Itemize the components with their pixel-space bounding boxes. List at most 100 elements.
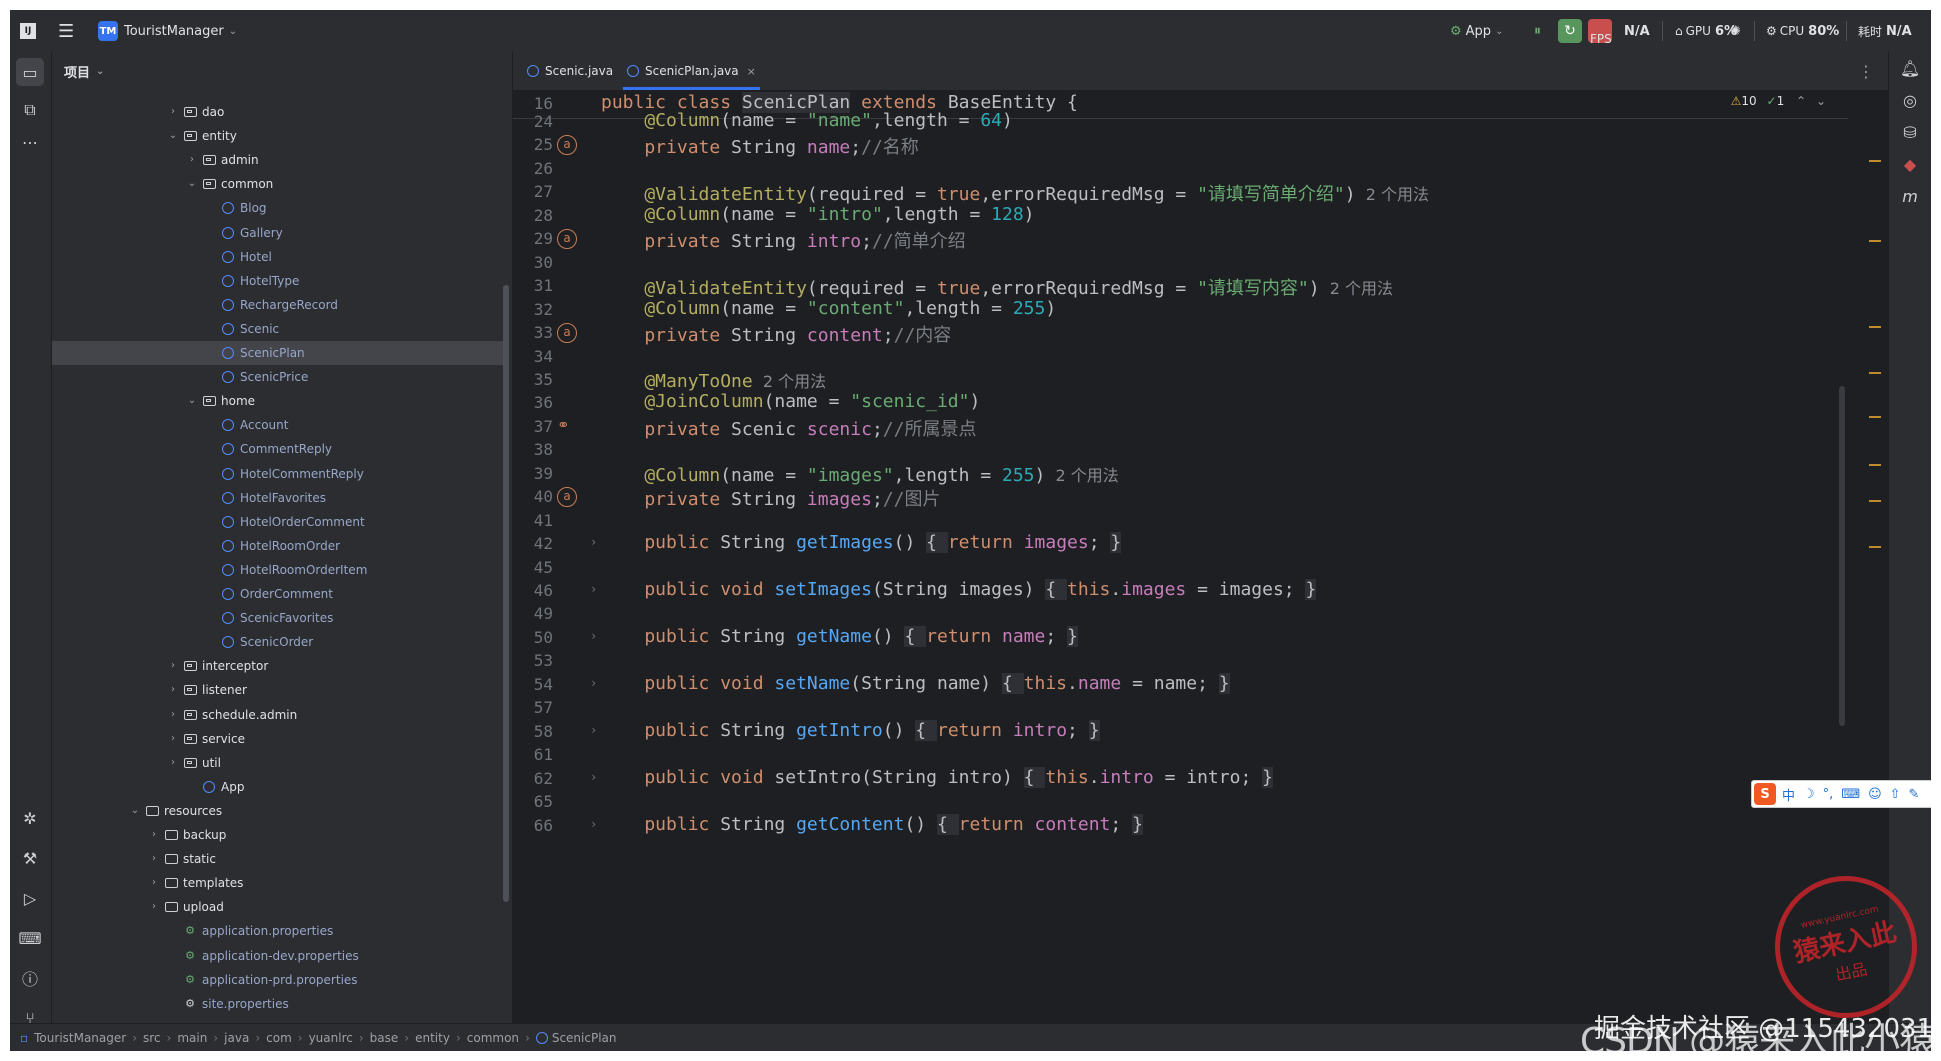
tree-class-item[interactable]: HotelFavorites (52, 486, 504, 510)
tree-class-item[interactable]: HotelCommentReply (52, 462, 504, 486)
problems-icon[interactable]: ⓘ (16, 964, 44, 992)
tab-options-icon[interactable]: ⋮ (1858, 62, 1874, 81)
code-line[interactable]: @Column(name = "content",length = 255) (601, 298, 1056, 319)
fold-icon[interactable]: › (590, 535, 597, 549)
main-menu-icon[interactable]: ☰ (58, 10, 74, 52)
editor-tab[interactable]: ScenicPlan.java × (623, 52, 760, 90)
fold-icon[interactable]: › (590, 676, 597, 690)
chevron-right-icon[interactable]: › (166, 727, 180, 751)
code-line[interactable]: private String images;//图片 (601, 485, 940, 511)
breadcrumb-item[interactable]: java (224, 1031, 249, 1045)
tree-folder-item[interactable]: › listener (52, 678, 504, 702)
chevron-right-icon[interactable]: › (147, 895, 161, 919)
close-tab-icon[interactable]: × (747, 65, 756, 78)
tree-file-item[interactable]: ⚙ application.properties (52, 919, 504, 943)
editor-tab[interactable]: Scenic.java (523, 52, 617, 90)
tree-class-item[interactable]: HotelOrderComment (52, 510, 504, 534)
more-icon[interactable]: ⋯ (16, 128, 44, 156)
chevron-up-icon[interactable]: ⌃ (1796, 94, 1806, 108)
chevron-right-icon[interactable]: › (147, 847, 161, 871)
code-line[interactable]: public String getName() { return name; } (601, 625, 1078, 647)
tree-file-item[interactable]: ⚙ application-dev.properties (52, 944, 504, 968)
code-line[interactable]: @Column(name = "name",length = 64) (601, 110, 1013, 131)
error-stripe-mark[interactable] (1869, 160, 1881, 162)
maven-icon[interactable]: m (1896, 182, 1924, 210)
code-view[interactable]: 16 public class ScenicPlan extends BaseE… (513, 90, 1888, 1023)
error-stripe-mark[interactable] (1869, 372, 1881, 374)
code-line[interactable]: public String getImages() { return image… (601, 532, 1122, 554)
code-line[interactable]: @ValidateEntity(required = true,errorReq… (601, 180, 1429, 206)
tree-folder-item[interactable]: › upload (52, 895, 504, 919)
column-gutter-icon[interactable]: a (557, 135, 577, 156)
tree-class-item[interactable]: Hotel (52, 245, 504, 269)
breadcrumb-item[interactable]: entity (415, 1031, 450, 1045)
user-icon[interactable]: ☺ (1868, 787, 1882, 802)
error-stripe-mark[interactable] (1869, 546, 1881, 548)
code-line[interactable]: public String getContent() { return cont… (601, 813, 1143, 835)
tree-class-item[interactable]: Blog (52, 196, 504, 220)
tools-icon[interactable]: ✎ (1909, 787, 1920, 802)
tree-folder-item[interactable]: › interceptor (52, 654, 504, 678)
code-line[interactable]: @Column(name = "images",length = 255) 2 … (601, 462, 1118, 486)
breadcrumb-item[interactable]: common (467, 1031, 519, 1045)
breadcrumb-item[interactable]: TouristManager (34, 1031, 126, 1045)
chevron-down-icon[interactable]: ⌄ (185, 389, 199, 413)
chevron-right-icon[interactable]: › (185, 148, 199, 172)
tree-folder-item[interactable]: › dao (52, 100, 504, 124)
fold-icon[interactable]: › (590, 723, 597, 737)
chevron-right-icon[interactable]: › (147, 823, 161, 847)
breadcrumb-item[interactable]: base (370, 1031, 399, 1045)
tree-file-item[interactable]: ⚙ application-prd.properties (52, 968, 504, 992)
error-stripe-mark[interactable] (1869, 240, 1881, 242)
breadcrumb-item[interactable]: ScenicPlan (552, 1031, 617, 1045)
pause-icon[interactable]: ⏸ (1534, 10, 1541, 52)
moon-icon[interactable]: ☽ (1803, 787, 1815, 802)
fold-icon[interactable]: › (590, 629, 597, 643)
tree-class-item[interactable]: CommentReply (52, 437, 504, 461)
tree-folder-item[interactable]: ⌄ entity (52, 124, 504, 148)
code-line[interactable]: @JoinColumn(name = "scenic_id") (601, 391, 980, 412)
skin-icon[interactable]: ⇧ (1890, 787, 1901, 802)
tree-class-item[interactable]: ScenicPlan (52, 341, 504, 365)
editor-scrollbar[interactable] (1839, 386, 1845, 726)
code-line[interactable]: @ValidateEntity(required = true,errorReq… (601, 274, 1393, 300)
code-line[interactable]: private String content;//内容 (601, 321, 951, 347)
run-icon[interactable]: ▷ (16, 884, 44, 912)
tree-class-item[interactable]: OrderComment (52, 582, 504, 606)
database-icon[interactable]: ⛁ (1896, 118, 1924, 146)
tree-folder-item[interactable]: ⌄ resources (52, 799, 504, 823)
chevron-down-icon[interactable]: ⌄ (1816, 94, 1826, 108)
code-line[interactable]: public void setName(String name) { this.… (601, 672, 1230, 694)
tree-class-item[interactable]: Gallery (52, 221, 504, 245)
run-config-selector[interactable]: ⚙ App ⌄ (1450, 10, 1503, 52)
tree-class-item[interactable]: HotelType (52, 269, 504, 293)
keyboard-icon[interactable]: ⌨ (1841, 787, 1860, 802)
chevron-down-icon[interactable]: ⌄ (128, 799, 142, 823)
tree-class-item[interactable]: ScenicOrder (52, 630, 504, 654)
breadcrumb-item[interactable]: main (177, 1031, 207, 1045)
inspection-widget[interactable]: ⚠10 ✓1 ⌃ ⌄ (1731, 94, 1826, 108)
tree-class-item[interactable]: Account (52, 413, 504, 437)
code-line[interactable]: public String getIntro() { return intro;… (601, 719, 1100, 741)
column-gutter-icon[interactable]: a (557, 487, 577, 508)
chevron-right-icon[interactable]: › (166, 703, 180, 727)
tree-class-item[interactable]: ScenicPrice (52, 365, 504, 389)
tree-folder-item[interactable]: ⌄ home (52, 389, 504, 413)
code-line[interactable]: public void setImages(String images) { t… (601, 579, 1317, 600)
tree-class-item[interactable]: RechargeRecord (52, 293, 504, 317)
chevron-right-icon[interactable]: › (166, 654, 180, 678)
error-stripe-mark[interactable] (1869, 326, 1881, 328)
debug-icon[interactable]: ✲ (16, 804, 44, 832)
structure-icon[interactable]: ⧉ (16, 96, 44, 124)
breadcrumb-item[interactable]: src (143, 1031, 161, 1045)
chevron-right-icon[interactable]: › (147, 871, 161, 895)
tree-folder-item[interactable]: › admin (52, 148, 504, 172)
tree-class-item[interactable]: Scenic (52, 317, 504, 341)
code-line[interactable]: private Scenic scenic;//所属景点 (601, 415, 976, 441)
tree-class-item[interactable]: ScenicFavorites (52, 606, 504, 630)
terminal-icon[interactable]: ⌨ (16, 924, 44, 952)
chevron-down-icon[interactable]: ⌄ (166, 124, 180, 148)
column-gutter-icon[interactable]: a (557, 229, 577, 250)
code-line[interactable]: private String name;//名称 (601, 133, 918, 159)
app-logo-icon[interactable]: IJ (20, 10, 36, 52)
